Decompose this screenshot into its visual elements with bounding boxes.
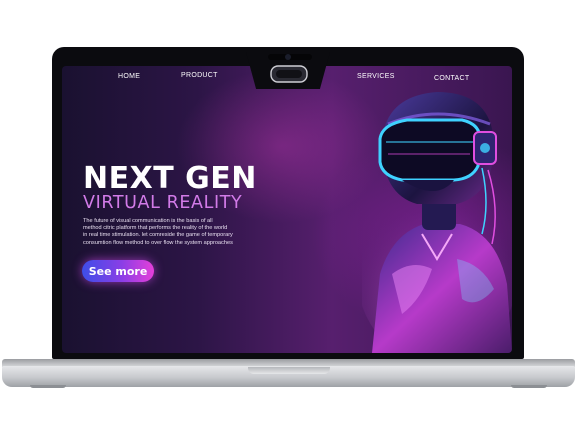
nav-product-link[interactable]: PRODUCT xyxy=(181,72,218,79)
laptop-foot-right xyxy=(511,385,547,388)
hero-description-line: The future of visual communication is th… xyxy=(83,218,213,224)
website-screen: HOME PRODUCT SERVICES CONTACT NEXT GEN V… xyxy=(62,66,512,353)
camera-lens xyxy=(285,54,291,60)
vr-figure-illustration xyxy=(362,92,512,353)
nav-contact-link[interactable]: CONTACT xyxy=(434,75,469,82)
nav-services-link[interactable]: SERVICES xyxy=(357,73,395,80)
hero-headline: NEXT GEN xyxy=(83,161,257,196)
hero-description: The future of visual communication is th… xyxy=(83,218,279,247)
hero-description-line: in real time stimulation. let comreside … xyxy=(83,232,233,239)
vr-headset-icon xyxy=(270,65,308,83)
nav-home-link[interactable]: HOME xyxy=(118,73,140,80)
laptop-hinge-notch xyxy=(248,367,330,374)
hero-description-line: consumtion flow method to over flow the … xyxy=(83,239,233,246)
hero-description-line: method citric platform that performs the… xyxy=(83,225,228,232)
see-more-button[interactable]: See more xyxy=(82,260,154,282)
laptop-foot-left xyxy=(30,385,66,388)
hero-subheadline: VIRTUAL REALITY xyxy=(83,193,243,213)
